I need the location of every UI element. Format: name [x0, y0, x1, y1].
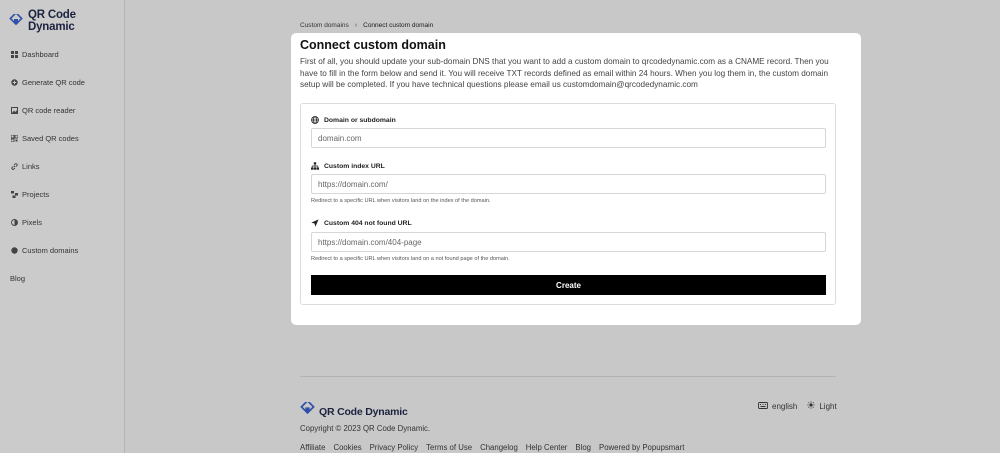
sun-icon: [807, 401, 816, 411]
sidebar-item-generate-qr[interactable]: Generate QR code: [10, 68, 85, 96]
footer-link-affiliate[interactable]: Affiliate: [300, 443, 325, 452]
sidebar-item-label: Pixels: [22, 217, 43, 227]
sidebar-item-label: Dashboard: [22, 49, 59, 59]
create-button[interactable]: Create: [311, 275, 826, 295]
sidebar-item-label: Saved QR codes: [22, 133, 79, 143]
sidebar-item-dashboard[interactable]: Dashboard: [10, 40, 85, 68]
notfound-url-label-text: Custom 404 not found URL: [324, 219, 412, 227]
globe-icon: [311, 116, 319, 124]
notfound-url-input[interactable]: [311, 232, 826, 252]
modal-title: Connect custom domain: [300, 38, 446, 52]
footer-link-help-center[interactable]: Help Center: [526, 443, 568, 452]
plus-circle-icon: [10, 78, 18, 86]
keyboard-icon: [758, 401, 768, 411]
project-icon: [10, 190, 18, 198]
notfound-url-label: Custom 404 not found URL: [311, 219, 412, 227]
footer-divider: [300, 376, 836, 377]
qr-logo-icon: [9, 14, 23, 28]
language-selector[interactable]: english: [758, 402, 797, 411]
sidebar-item-blog[interactable]: Blog: [10, 264, 85, 292]
sitemap-icon: [311, 162, 319, 170]
sidebar-item-custom-domains[interactable]: Custom domains: [10, 236, 85, 264]
sidebar-item-projects[interactable]: Projects: [10, 180, 85, 208]
language-label: english: [772, 401, 798, 411]
sidebar-item-label: Blog: [10, 273, 26, 283]
breadcrumb-current: Connect custom domain: [363, 22, 434, 29]
footer-link-blog[interactable]: Blog: [575, 443, 591, 452]
sidebar-item-label: Links: [22, 161, 40, 171]
index-url-help: Redirect to a specific URL when visitors…: [311, 198, 491, 204]
footer-logo[interactable]: QR Code Dynamic: [300, 399, 408, 422]
sidebar-item-label: Custom domains: [22, 245, 79, 255]
sidebar-item-pixels[interactable]: Pixels: [10, 208, 85, 236]
location-arrow-icon: [311, 219, 319, 227]
breadcrumb-parent[interactable]: Custom domains: [300, 22, 349, 29]
copyright-text: Copyright © 2023 QR Code Dynamic.: [300, 424, 431, 433]
modal-description: First of all, you should update your sub…: [300, 57, 829, 90]
connect-domain-modal: Connect custom domain First of all, you …: [291, 33, 861, 325]
domain-label: Domain or subdomain: [311, 116, 396, 124]
sidebar-item-label: QR code reader: [22, 105, 76, 115]
notfound-url-help: Redirect to a specific URL when visitors…: [311, 256, 510, 262]
footer-preferences: english Light: [758, 401, 837, 411]
index-url-input[interactable]: [311, 174, 826, 194]
theme-toggle[interactable]: Light: [807, 401, 837, 411]
grid-icon: [10, 50, 18, 58]
footer-link-powered-by[interactable]: Powered by Popupsmart: [599, 443, 684, 452]
sidebar-item-qr-reader[interactable]: QR code reader: [10, 96, 85, 124]
theme-label: Light: [819, 401, 837, 411]
qr-logo-icon: [300, 399, 315, 422]
sidebar-item-label: Projects: [22, 189, 50, 199]
image-icon: [10, 106, 18, 114]
index-url-label: Custom index URL: [311, 162, 385, 170]
footer-links: Affiliate Cookies Privacy Policy Terms o…: [300, 443, 684, 452]
domain-input[interactable]: [311, 128, 826, 148]
brand-name: QR Code Dynamic: [28, 9, 76, 33]
sidebar-item-saved-qr[interactable]: Saved QR codes: [10, 124, 85, 152]
chevron-right-icon: ›: [354, 22, 358, 29]
link-icon: [10, 162, 18, 170]
globe-icon: [10, 246, 18, 254]
sidebar-item-links[interactable]: Links: [10, 152, 85, 180]
domain-label-text: Domain or subdomain: [324, 116, 396, 124]
sidebar-item-label: Generate QR code: [22, 77, 85, 87]
qr-icon: [10, 134, 18, 142]
pixel-icon: [10, 218, 18, 226]
domain-form: Domain or subdomain Custom index URL Red…: [300, 103, 836, 305]
footer-link-terms[interactable]: Terms of Use: [426, 443, 472, 452]
breadcrumb: Custom domains › Connect custom domain: [300, 22, 433, 29]
sidebar-nav: Dashboard Generate QR code QR code reade…: [10, 40, 85, 292]
brand-logo[interactable]: QR Code Dynamic: [9, 9, 124, 33]
footer-link-changelog[interactable]: Changelog: [480, 443, 518, 452]
sidebar: QR Code Dynamic Dashboard Generate QR co…: [0, 0, 125, 453]
footer-link-privacy-policy[interactable]: Privacy Policy: [370, 443, 419, 452]
footer-link-cookies[interactable]: Cookies: [333, 443, 361, 452]
index-url-label-text: Custom index URL: [324, 162, 385, 170]
footer-brand-name: QR Code Dynamic: [319, 406, 408, 418]
